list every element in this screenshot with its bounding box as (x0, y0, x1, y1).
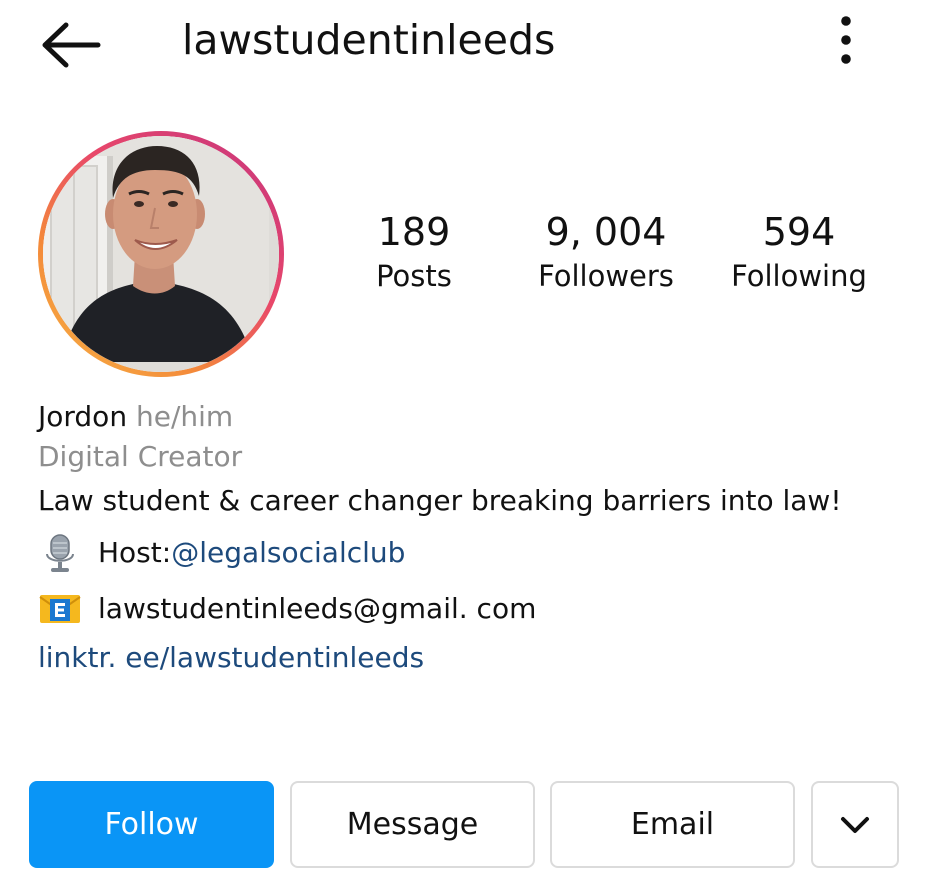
message-button[interactable]: Message (290, 781, 535, 868)
profile-photo (43, 136, 269, 362)
posts-label: Posts (376, 259, 452, 293)
following-value: 594 (762, 210, 836, 254)
suggested-accounts-button[interactable] (811, 781, 899, 868)
following-count[interactable]: 594 Following (716, 208, 882, 296)
avatar[interactable] (43, 136, 279, 372)
microphone-icon (38, 533, 82, 573)
back-button[interactable] (40, 20, 102, 70)
profile-bio: Jordon he/him Digital Creator Law studen… (38, 397, 898, 679)
pronouns: he/him (135, 400, 234, 433)
followers-value: 9, 004 (545, 210, 667, 254)
category-label: Digital Creator (38, 440, 243, 473)
followers-label: Followers (538, 259, 674, 293)
host-mention-link[interactable]: @legalsocialclub (171, 525, 405, 581)
name-line: Jordon he/him (38, 397, 898, 437)
host-line: Host: @legalsocialclub (38, 525, 898, 581)
vertical-dots-icon (841, 16, 851, 64)
host-prefix: Host: (98, 536, 172, 569)
posts-value: 189 (377, 210, 451, 254)
arrow-left-icon (42, 22, 101, 68)
email-button[interactable]: Email (550, 781, 795, 868)
story-ring[interactable] (38, 131, 284, 377)
e-mail-icon (38, 589, 82, 629)
bio-text: Law student & career changer breaking ba… (38, 484, 842, 517)
followers-count[interactable]: 9, 004 Followers (518, 208, 694, 296)
follow-button[interactable]: Follow (29, 781, 274, 868)
display-name: Jordon (38, 400, 128, 433)
chevron-down-icon (841, 816, 869, 833)
bio-link[interactable]: linktr. ee/lawstudentinleeds (38, 637, 898, 679)
more-options-button[interactable] (826, 14, 866, 68)
profile-username: lawstudentinleeds (182, 16, 556, 64)
email-text: lawstudentinleeds@gmail. com (98, 592, 537, 625)
email-line: lawstudentinleeds@gmail. com (38, 581, 898, 637)
posts-count[interactable]: 189 Posts (352, 208, 476, 296)
following-label: Following (731, 259, 867, 293)
